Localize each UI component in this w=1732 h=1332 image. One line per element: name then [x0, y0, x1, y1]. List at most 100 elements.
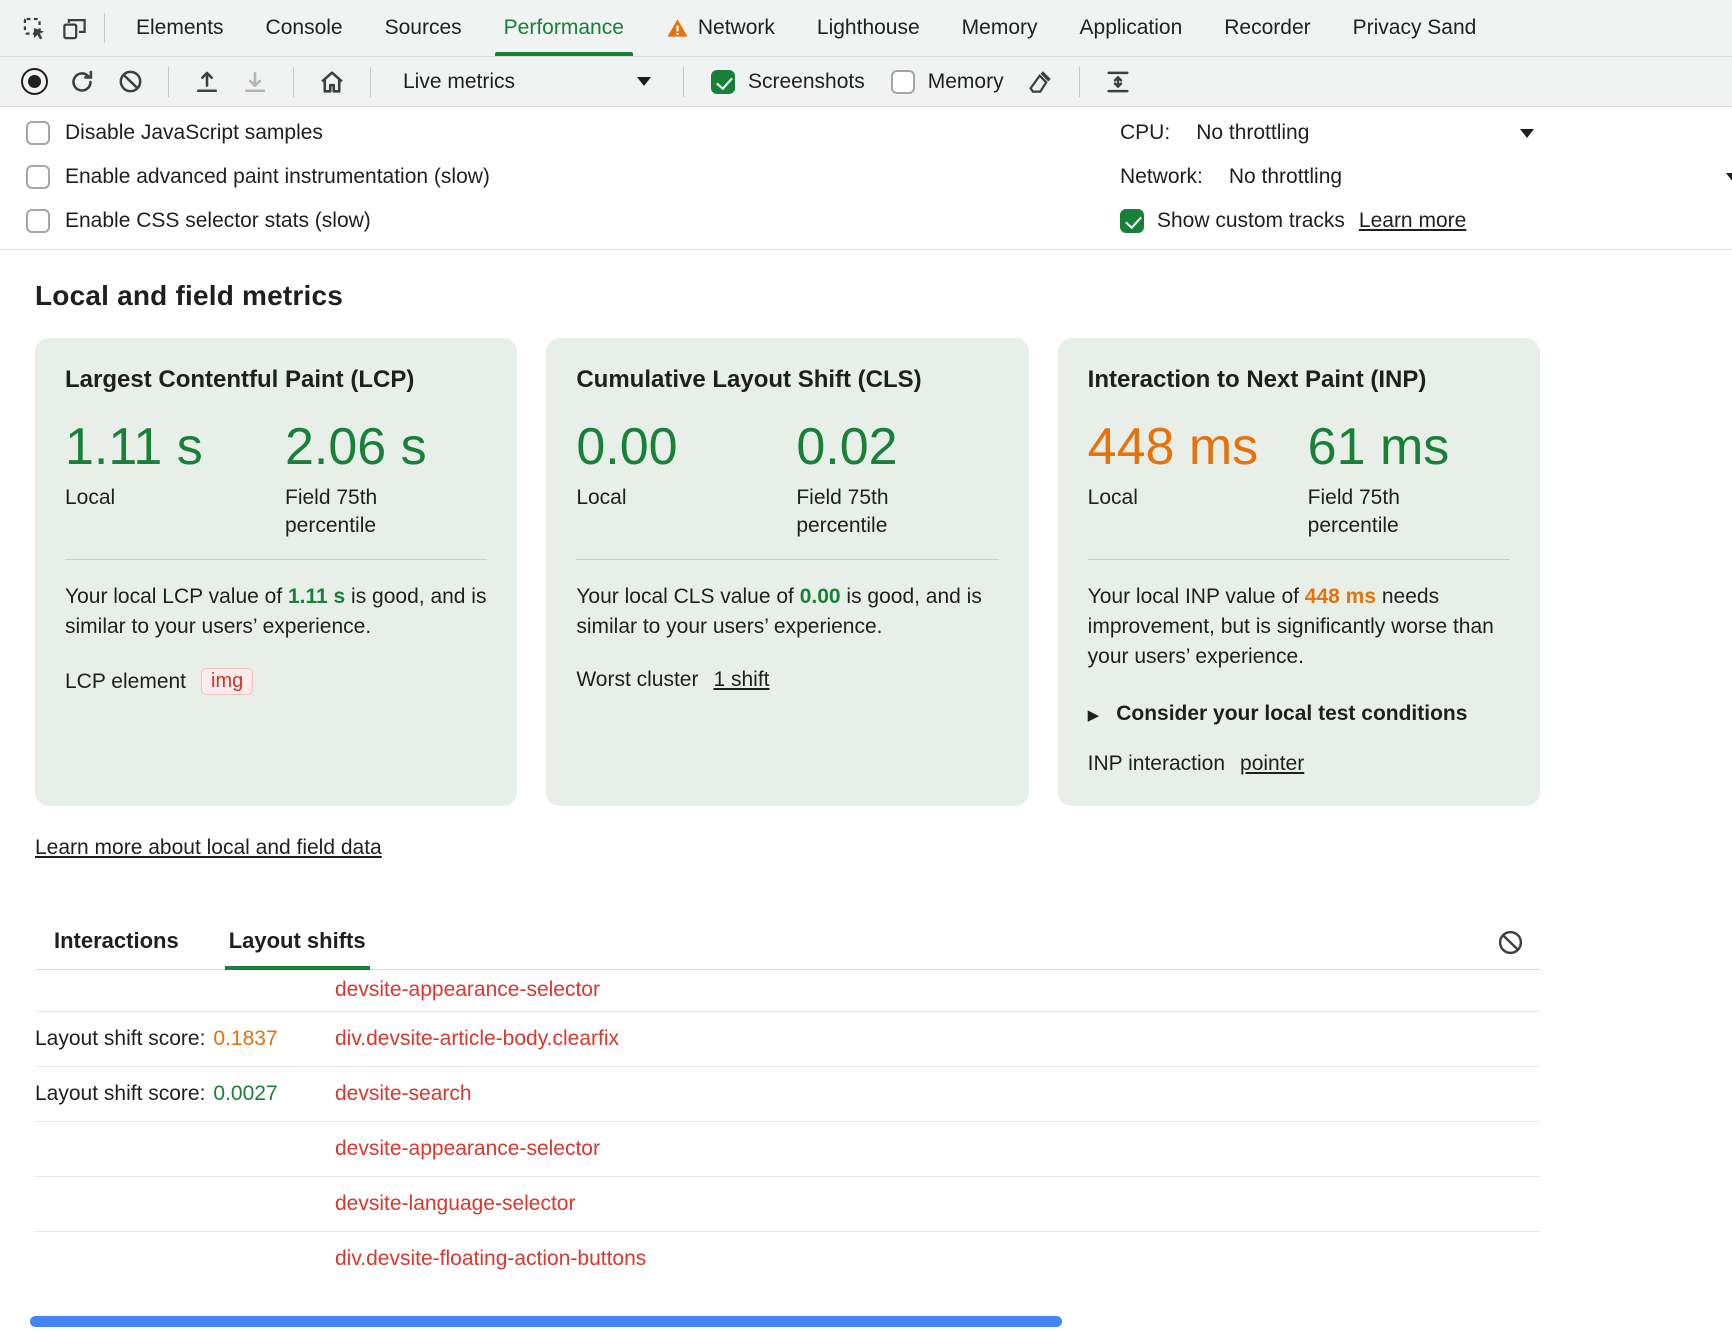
- chevron-down-icon: [1520, 129, 1534, 138]
- inp-local-label: Local: [1088, 484, 1228, 512]
- record-icon: [21, 68, 48, 95]
- disable-js-samples-label: Disable JavaScript samples: [65, 121, 323, 145]
- tab-memory[interactable]: Memory: [941, 0, 1059, 56]
- advanced-paint-checkbox[interactable]: Enable advanced paint instrumentation (s…: [0, 155, 490, 199]
- tab-performance[interactable]: Performance: [483, 0, 645, 56]
- layout-shift-row: Layout shift score:0.0027 devsite-search: [35, 1067, 1540, 1122]
- checkbox-unchecked-icon: [26, 121, 50, 145]
- cls-card-title: Cumulative Layout Shift (CLS): [576, 366, 998, 394]
- divider: [576, 559, 998, 560]
- upload-icon: [193, 68, 221, 96]
- inp-card: Interaction to Next Paint (INP) 448 ms L…: [1058, 338, 1540, 806]
- clear-button[interactable]: [110, 62, 150, 102]
- tab-recorder[interactable]: Recorder: [1203, 0, 1331, 56]
- device-toolbar-icon[interactable]: [54, 8, 94, 48]
- local-test-conditions-label: Consider your local test conditions: [1116, 702, 1467, 726]
- layout-shift-row: devsite-appearance-selector: [35, 970, 1540, 1012]
- live-metrics-home-button[interactable]: [312, 62, 352, 102]
- inp-interaction-label: INP interaction: [1088, 752, 1225, 776]
- tab-console[interactable]: Console: [245, 0, 364, 56]
- show-custom-tracks-checkbox[interactable]: Show custom tracks: [1120, 209, 1345, 233]
- inp-local-value: 448 ms: [1088, 420, 1308, 475]
- capture-settings-button[interactable]: [1098, 62, 1138, 102]
- tab-application[interactable]: Application: [1059, 0, 1204, 56]
- layout-shift-row: devsite-appearance-selector: [35, 1122, 1540, 1177]
- log-tab-bar: Interactions Layout shifts: [35, 916, 1540, 970]
- checkbox-unchecked-icon: [891, 70, 915, 94]
- tab-interactions[interactable]: Interactions: [50, 916, 183, 969]
- element-link[interactable]: devsite-language-selector: [335, 1192, 575, 1216]
- learn-more-local-field-link[interactable]: Learn more about local and field data: [35, 836, 382, 860]
- horizontal-scrollbar-thumb[interactable]: [30, 1316, 1062, 1327]
- separator: [370, 67, 371, 97]
- layout-shift-row: div.devsite-floating-action-buttons: [35, 1232, 1540, 1272]
- screenshots-label: Screenshots: [748, 70, 865, 94]
- element-link[interactable]: devsite-appearance-selector: [335, 978, 600, 1002]
- broom-icon: [1027, 68, 1054, 95]
- devtools-tab-bar: Elements Console Sources Performance Net…: [0, 0, 1732, 57]
- show-custom-tracks-row: Show custom tracks Learn more: [1120, 199, 1732, 243]
- checkbox-unchecked-icon: [26, 165, 50, 189]
- warning-icon: [666, 17, 689, 40]
- cls-local-label: Local: [576, 484, 716, 512]
- collect-garbage-button[interactable]: [1021, 62, 1061, 102]
- lcp-element-label: LCP element: [65, 670, 186, 694]
- separator: [683, 67, 684, 97]
- element-link[interactable]: div.devsite-floating-action-buttons: [335, 1247, 646, 1271]
- checkbox-checked-icon: [711, 70, 735, 94]
- load-profile-button[interactable]: [187, 62, 227, 102]
- inp-interaction-link[interactable]: pointer: [1240, 752, 1304, 776]
- layout-shift-rows: devsite-appearance-selector Layout shift…: [35, 970, 1540, 1272]
- inp-field-label: Field 75th percentile: [1308, 484, 1448, 540]
- lcp-card-title: Largest Contentful Paint (LCP): [65, 366, 487, 394]
- inspect-element-icon[interactable]: [14, 8, 54, 48]
- screenshots-checkbox[interactable]: Screenshots: [711, 70, 865, 94]
- inp-field-value: 61 ms: [1308, 420, 1450, 475]
- divider: [1088, 559, 1510, 560]
- divider: [65, 559, 487, 560]
- disable-js-samples-checkbox[interactable]: Disable JavaScript samples: [0, 111, 323, 155]
- clear-log-button[interactable]: [1496, 928, 1525, 957]
- lcp-local-value: 1.11 s: [65, 420, 285, 475]
- network-throttling-select[interactable]: Network: No throttling: [1120, 155, 1732, 199]
- element-link[interactable]: devsite-appearance-selector: [335, 1137, 600, 1161]
- live-metrics-log: Interactions Layout shifts devsite-appea…: [35, 916, 1540, 1272]
- learn-more-link[interactable]: Learn more: [1359, 209, 1466, 233]
- block-icon: [117, 68, 144, 95]
- element-link[interactable]: div.devsite-article-body.clearfix: [335, 1027, 619, 1051]
- local-test-conditions-disclosure[interactable]: Consider your local test conditions: [1088, 702, 1510, 726]
- cls-card: Cumulative Layout Shift (CLS) 0.00 Local…: [546, 338, 1028, 806]
- css-selector-stats-checkbox[interactable]: Enable CSS selector stats (slow): [0, 199, 371, 243]
- disclosure-triangle-icon: [1088, 702, 1100, 726]
- tab-elements[interactable]: Elements: [115, 0, 245, 56]
- tab-privacy-sandbox[interactable]: Privacy Sand: [1332, 0, 1498, 56]
- history-dropdown[interactable]: Live metrics: [393, 64, 661, 100]
- cpu-throttling-select[interactable]: CPU: No throttling: [1120, 111, 1732, 155]
- tab-layout-shifts[interactable]: Layout shifts: [225, 916, 370, 969]
- metric-cards: Largest Contentful Paint (LCP) 1.11 s Lo…: [35, 338, 1540, 806]
- capture-settings-panel: Disable JavaScript samples Enable advanc…: [0, 107, 1732, 250]
- save-profile-button[interactable]: [235, 62, 275, 102]
- tab-lighthouse[interactable]: Lighthouse: [796, 0, 941, 56]
- tab-sources[interactable]: Sources: [364, 0, 483, 56]
- memory-checkbox[interactable]: Memory: [891, 70, 1004, 94]
- network-throttling-value: No throttling: [1229, 165, 1342, 189]
- history-dropdown-value: Live metrics: [403, 70, 515, 94]
- cls-field-value: 0.02: [796, 420, 936, 475]
- element-link[interactable]: devsite-search: [335, 1082, 472, 1106]
- throttling-settings: CPU: No throttling Network: No throttlin…: [1120, 111, 1732, 243]
- show-custom-tracks-label: Show custom tracks: [1157, 209, 1345, 233]
- lcp-element-link[interactable]: img: [201, 668, 253, 695]
- capture-settings-icon: [1104, 68, 1132, 96]
- record-button[interactable]: [14, 62, 54, 102]
- inp-description: Your local INP value of 448 ms needs imp…: [1088, 582, 1510, 671]
- tab-network[interactable]: Network: [645, 0, 796, 56]
- worst-cluster-link[interactable]: 1 shift: [713, 668, 769, 692]
- memory-label: Memory: [928, 70, 1004, 94]
- lcp-field-label: Field 75th percentile: [285, 484, 425, 540]
- chevron-down-icon: [1726, 173, 1732, 182]
- record-and-reload-button[interactable]: [62, 62, 102, 102]
- performance-toolbar: Live metrics Screenshots Memory: [0, 57, 1732, 107]
- cpu-label: CPU:: [1120, 121, 1170, 145]
- chevron-down-icon: [637, 77, 651, 86]
